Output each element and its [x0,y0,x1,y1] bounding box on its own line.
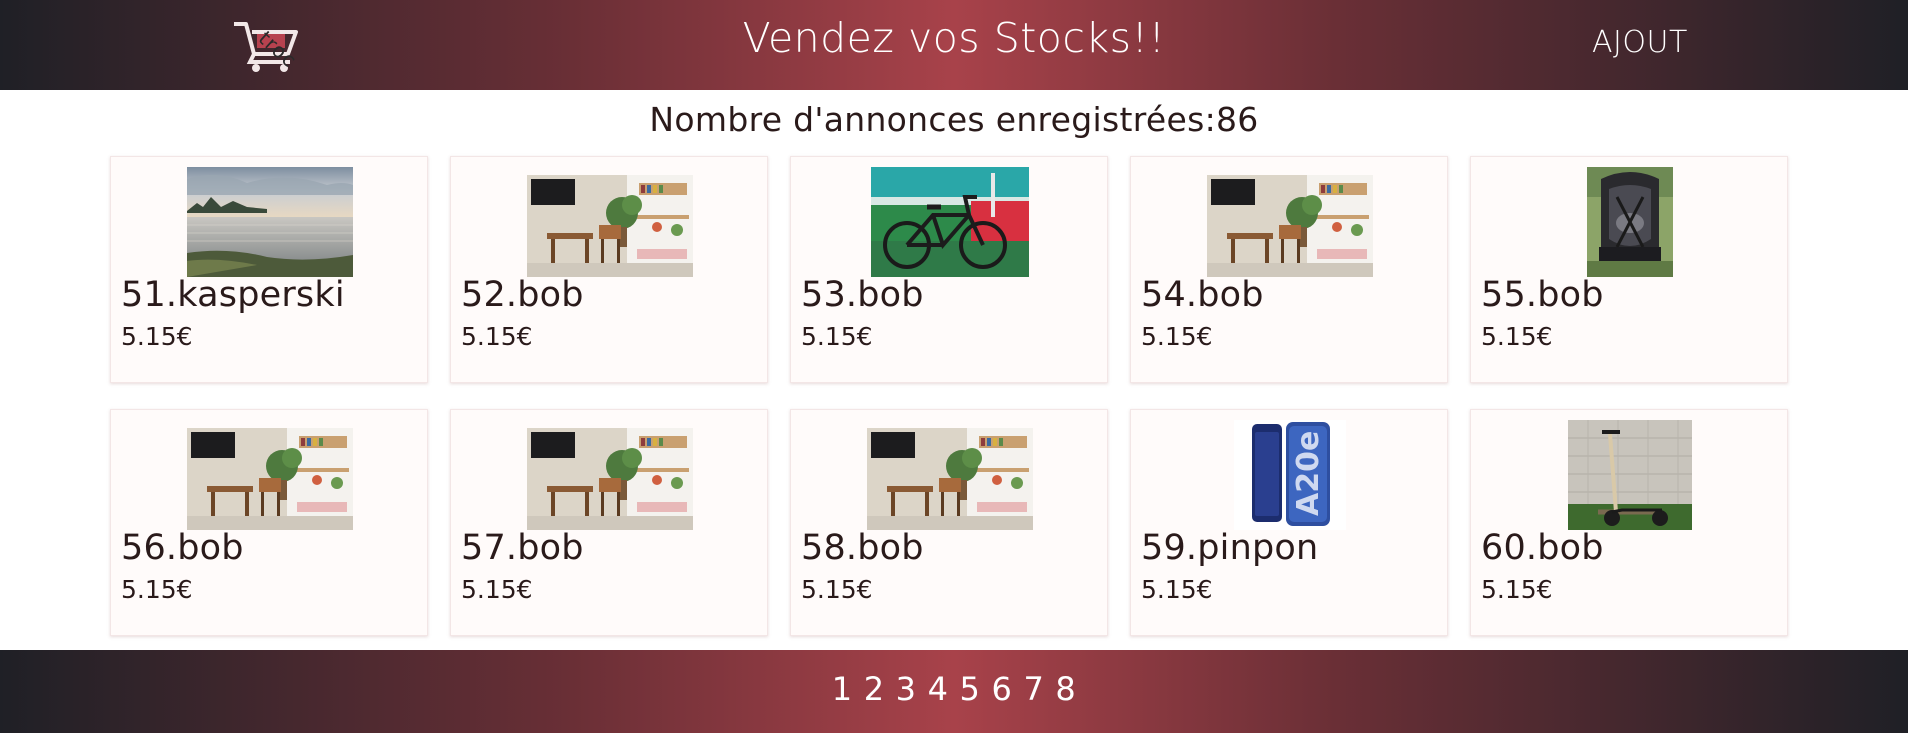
listing-title[interactable]: 53.bob [801,275,924,315]
listing-card[interactable]: 58.bob 5.15€ [790,409,1108,636]
listing-thumbnail[interactable] [1587,167,1673,277]
listing-title[interactable]: 59.pinpon [1141,528,1318,568]
listing-title[interactable]: 57.bob [461,528,584,568]
page-link[interactable]: 6 [992,670,1013,708]
listing-thumbnail[interactable] [1234,420,1346,530]
page-link[interactable]: 8 [1055,670,1076,708]
listing-card[interactable]: 51.kasperski 5.15€ [110,156,428,383]
top-navbar: troc Vendez vos Stocks!! AJOUT [0,0,1908,90]
listing-title[interactable]: 52.bob [461,275,584,315]
pagination-footer: 1 2 3 4 5 6 7 8 [0,650,1908,733]
listing-price: 5.15€ [121,322,193,351]
page-link[interactable]: 1 [832,670,853,708]
listing-title[interactable]: 56.bob [121,528,244,568]
page-link[interactable]: 7 [1023,670,1044,708]
listing-thumbnail[interactable] [1207,175,1373,277]
listings-grid: 51.kasperski 5.15€ 52.bob 5.15€ 53.bob 5… [110,156,1790,638]
listing-price: 5.15€ [461,322,533,351]
listing-thumbnail[interactable] [867,428,1033,530]
listing-card[interactable]: 60.bob 5.15€ [1470,409,1788,636]
listing-thumbnail[interactable] [527,175,693,277]
pagination: 1 2 3 4 5 6 7 8 [0,670,1908,708]
listing-card[interactable]: 57.bob 5.15€ [450,409,768,636]
listing-thumbnail[interactable] [871,167,1029,277]
add-listing-link[interactable]: AJOUT [1592,25,1688,60]
listing-price: 5.15€ [1481,575,1553,604]
listing-price: 5.15€ [801,575,873,604]
listing-count: Nombre d'annonces enregistrées:86 [649,100,1259,139]
listing-card[interactable]: 52.bob 5.15€ [450,156,768,383]
listing-card[interactable]: 54.bob 5.15€ [1130,156,1448,383]
listing-thumbnail[interactable] [1568,420,1692,530]
listing-price: 5.15€ [801,322,873,351]
listing-thumbnail[interactable] [187,428,353,530]
listing-title[interactable]: 54.bob [1141,275,1264,315]
listing-card[interactable]: 56.bob 5.15€ [110,409,428,636]
listing-price: 5.15€ [121,575,193,604]
listing-title[interactable]: 58.bob [801,528,924,568]
page-link[interactable]: 5 [960,670,981,708]
listing-title[interactable]: 55.bob [1481,275,1604,315]
listing-card[interactable]: 59.pinpon 5.15€ [1130,409,1448,636]
page-link[interactable]: 2 [864,670,885,708]
listing-price: 5.15€ [1141,575,1213,604]
listing-card[interactable]: 55.bob 5.15€ [1470,156,1788,383]
listing-thumbnail[interactable] [527,428,693,530]
listing-thumbnail[interactable] [187,167,353,277]
page-link[interactable]: 4 [928,670,949,708]
listing-title[interactable]: 51.kasperski [121,275,345,315]
page-link[interactable]: 3 [896,670,917,708]
listing-card[interactable]: 53.bob 5.15€ [790,156,1108,383]
listing-price: 5.15€ [1481,322,1553,351]
listing-price: 5.15€ [461,575,533,604]
listing-title[interactable]: 60.bob [1481,528,1604,568]
listing-price: 5.15€ [1141,322,1213,351]
